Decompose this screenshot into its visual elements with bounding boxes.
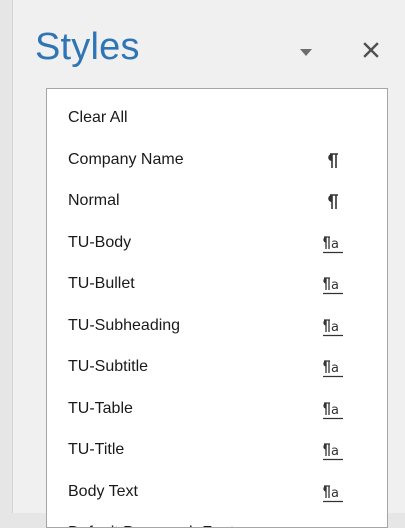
svg-text:a: a	[331, 278, 339, 293]
styles-list[interactable]: Clear All Company Name Normal TU-Body a TU-Bu…	[46, 88, 388, 528]
linked-style-icon: a	[323, 443, 343, 461]
linked-style-icon: a	[323, 235, 343, 253]
svg-text:a: a	[331, 237, 339, 252]
style-item[interactable]: Normal	[47, 182, 387, 222]
style-item[interactable]: TU-Body a	[47, 224, 387, 264]
pane-title: Styles	[35, 26, 140, 68]
styles-pane: Styles Clear All Company Name Normal TU-Bod…	[12, 0, 405, 528]
style-item[interactable]: Body Text a	[47, 473, 387, 513]
svg-text:a: a	[331, 320, 339, 335]
style-item[interactable]: TU-Table a	[47, 390, 387, 430]
style-item-label: Normal	[68, 192, 120, 209]
svg-text:a: a	[331, 486, 339, 501]
svg-text:a: a	[331, 361, 339, 376]
linked-style-icon: a	[323, 277, 343, 295]
linked-style-icon: a	[323, 401, 343, 419]
style-item-label: TU-Subheading	[68, 316, 181, 334]
style-item-label: TU-Table	[68, 399, 133, 417]
linked-style-icon: a	[323, 318, 343, 336]
style-item-label: Body Text	[68, 482, 138, 500]
character-style-icon: a	[321, 523, 345, 528]
paragraph-style-icon	[328, 152, 338, 168]
svg-text:a: a	[331, 403, 339, 418]
style-item-label: Clear All	[68, 109, 128, 126]
style-item-label: Company Name	[68, 150, 184, 168]
linked-style-icon: a	[323, 360, 343, 378]
style-item[interactable]: Default Paragraph Font a	[47, 514, 387, 528]
style-item[interactable]: TU-Title a	[47, 431, 387, 471]
style-item[interactable]: TU-Bullet a	[47, 265, 387, 305]
style-item[interactable]: Company Name	[47, 141, 387, 181]
paragraph-style-icon	[328, 194, 338, 209]
style-item-label: TU-Subtitle	[68, 358, 149, 375]
style-item-label: TU-Title	[68, 441, 125, 458]
style-item-label: TU-Body	[68, 233, 132, 251]
close-icon	[363, 42, 379, 58]
svg-text:a: a	[331, 444, 339, 459]
style-item[interactable]: TU-Subheading a	[47, 307, 387, 347]
style-item-label: Default Paragraph Font	[68, 524, 234, 527]
style-item-label: TU-Bullet	[68, 275, 135, 292]
pane-header: Styles	[13, 0, 405, 88]
dropdown-triangle-icon	[300, 49, 312, 56]
close-button[interactable]	[353, 32, 389, 68]
style-item[interactable]: Clear All	[47, 99, 387, 139]
pane-options-button[interactable]	[291, 38, 321, 68]
linked-style-icon: a	[323, 484, 343, 502]
style-item[interactable]: TU-Subtitle a	[47, 348, 387, 388]
